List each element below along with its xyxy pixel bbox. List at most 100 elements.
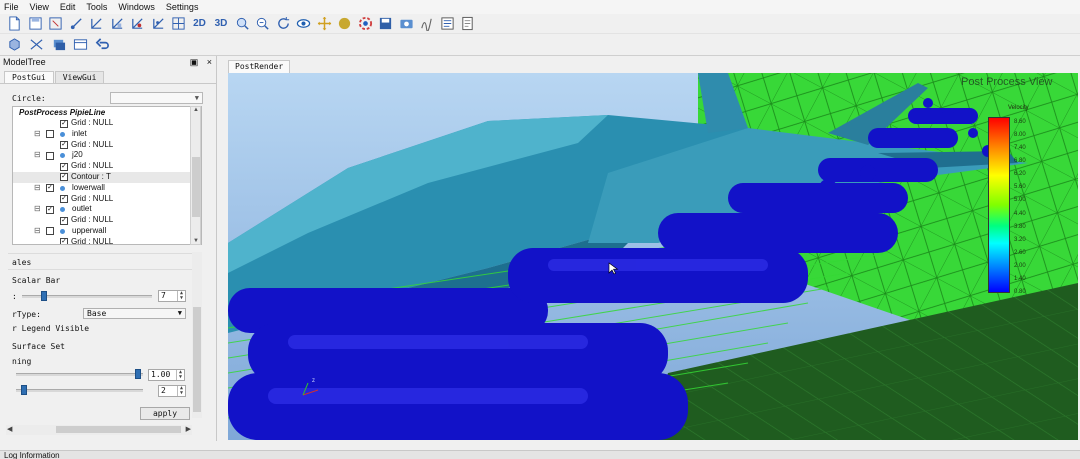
close-panel-icon[interactable]: × <box>207 57 212 67</box>
undo-icon[interactable] <box>94 36 111 53</box>
slider3-handle[interactable] <box>20 385 27 395</box>
checklist-icon[interactable] <box>439 15 456 32</box>
mesh-tool-icon[interactable] <box>28 36 45 53</box>
rotate-icon[interactable] <box>275 15 292 32</box>
tree-checkbox[interactable] <box>46 205 54 214</box>
slider2-handle[interactable] <box>134 369 141 379</box>
tree-row[interactable]: ⊟ upperwall <box>13 226 201 237</box>
float-panel-icon[interactable]: ▣ <box>190 57 199 67</box>
tree-row[interactable]: Grid : NULL <box>13 140 201 151</box>
properties-scroll-thumb[interactable] <box>193 307 201 412</box>
legend-tick-label: 0.80 <box>1014 289 1026 295</box>
panel-hscrollbar[interactable]: ◀ ▶ <box>6 425 192 435</box>
tree-row[interactable]: Grid : NULL <box>13 215 201 226</box>
type-label: rType: <box>12 310 41 319</box>
tree-row-label: Grid : NULL <box>71 139 114 149</box>
tree-checkbox[interactable] <box>60 141 68 150</box>
menu-settings[interactable]: Settings <box>166 0 199 14</box>
spin1-input[interactable]: 7 ▲ ▼ <box>158 290 186 302</box>
type-select[interactable]: Base ▼ <box>83 308 186 319</box>
spin-arrows-icon[interactable]: ▲ ▼ <box>176 370 184 380</box>
menu-view[interactable]: View <box>30 0 49 14</box>
tree-checkbox[interactable] <box>46 227 54 236</box>
select-points-icon[interactable] <box>150 15 167 32</box>
tab-postgui[interactable]: PostGui <box>4 71 54 83</box>
tree-checkbox[interactable] <box>46 151 54 160</box>
menu-windows[interactable]: Windows <box>118 0 155 14</box>
slider2-track[interactable] <box>16 373 143 376</box>
fit-view-icon[interactable] <box>234 15 251 32</box>
screenshot-icon[interactable] <box>398 15 415 32</box>
spin3-input[interactable]: 2 ▲ ▼ <box>158 385 186 397</box>
import-geometry-icon[interactable] <box>6 36 23 53</box>
layers-icon[interactable] <box>50 36 67 53</box>
move-icon[interactable] <box>316 15 333 32</box>
grid-select-icon[interactable] <box>170 15 187 32</box>
eye-icon[interactable] <box>295 15 312 32</box>
tree-expand-icon[interactable]: ⊟ <box>34 129 41 140</box>
tab-viewgui[interactable]: ViewGui <box>54 71 105 83</box>
hscroll-thumb[interactable] <box>56 426 181 433</box>
render-settings-icon[interactable] <box>357 15 374 32</box>
menu-tools[interactable]: Tools <box>86 0 107 14</box>
document-icon[interactable] <box>459 15 476 32</box>
view-2d-button[interactable]: 2D <box>191 15 209 32</box>
menu-file[interactable]: File <box>4 0 19 14</box>
scroll-up-icon[interactable]: ▲ <box>193 107 199 113</box>
view-3d-button[interactable]: 3D <box>212 15 230 32</box>
tree-checkbox[interactable] <box>60 119 68 128</box>
tree-row[interactable]: ⊟ lowerwall <box>13 183 201 194</box>
save-icon[interactable] <box>27 15 44 32</box>
chevron-down-icon: ▼ <box>177 309 182 317</box>
spin-arrows-icon[interactable]: ▲ ▼ <box>177 386 185 396</box>
slider3-track[interactable] <box>16 389 143 392</box>
tree-checkbox[interactable] <box>60 162 68 171</box>
slider1-handle[interactable] <box>40 291 47 301</box>
apply-button[interactable]: apply <box>140 407 190 420</box>
select-cells-icon[interactable] <box>129 15 146 32</box>
render-viewport[interactable]: z Post Process View Velocity 8.60 8.00 7.4… <box>228 73 1078 440</box>
menu-edit[interactable]: Edit <box>60 0 76 14</box>
table-icon[interactable] <box>72 36 89 53</box>
sphere-icon[interactable] <box>336 15 353 32</box>
tree-row[interactable]: ⊟ j20 <box>13 150 201 161</box>
tree-expand-icon[interactable]: ⊟ <box>34 150 41 161</box>
select-edges-icon[interactable] <box>88 15 105 32</box>
spin2-input[interactable]: 1.00 ▲ ▼ <box>148 369 185 381</box>
tree-expand-icon[interactable]: ⊟ <box>34 226 41 237</box>
circle-select[interactable]: ▼ <box>110 92 203 104</box>
tree-row[interactable]: Grid : NULL <box>13 161 201 172</box>
tree-row[interactable]: ⊟ inlet <box>13 129 201 140</box>
script-icon[interactable] <box>418 15 435 32</box>
scroll-left-icon[interactable]: ◀ <box>7 425 12 433</box>
tree-row[interactable]: Grid : NULL <box>13 118 201 129</box>
tree-expand-icon[interactable]: ⊟ <box>34 183 41 194</box>
spin-arrows-icon[interactable]: ▲ ▼ <box>177 291 185 301</box>
tree-checkbox[interactable] <box>60 195 68 204</box>
tree-checkbox[interactable] <box>60 173 68 182</box>
tree-checkbox[interactable] <box>46 130 54 139</box>
tree-row[interactable]: Grid : NULL <box>13 237 201 244</box>
tree-scrollbar[interactable]: ▲ ▼ <box>190 106 201 245</box>
tab-postrender[interactable]: PostRender <box>228 60 291 73</box>
tree-checkbox[interactable] <box>46 184 54 193</box>
scroll-down-icon[interactable]: ▼ <box>193 238 199 244</box>
new-file-icon[interactable] <box>6 15 23 32</box>
properties-scrollbar[interactable] <box>192 252 202 418</box>
tree-row[interactable]: Contour : T <box>13 171 201 183</box>
pipeline-tree[interactable]: PostProcess PipieLine Grid : NULL⊟inletG… <box>12 106 202 245</box>
zoom-icon[interactable] <box>254 15 271 32</box>
tree-row[interactable]: ⊟ outlet <box>13 204 201 215</box>
scroll-right-icon[interactable]: ▶ <box>186 425 191 433</box>
main-toolbar: 2D 3D <box>0 14 1080 34</box>
tree-expand-icon[interactable]: ⊟ <box>34 204 41 215</box>
save-image-icon[interactable] <box>377 15 394 32</box>
tree-checkbox[interactable] <box>60 216 68 225</box>
tree-row[interactable]: Grid : NULL <box>13 194 201 205</box>
select-box-icon[interactable] <box>47 15 64 32</box>
tree-scroll-thumb[interactable] <box>192 157 200 217</box>
select-nodes-icon[interactable] <box>68 15 85 32</box>
select-faces-icon[interactable] <box>109 15 126 32</box>
tree-checkbox[interactable] <box>60 238 68 244</box>
legend-title: Velocity <box>1008 105 1029 111</box>
